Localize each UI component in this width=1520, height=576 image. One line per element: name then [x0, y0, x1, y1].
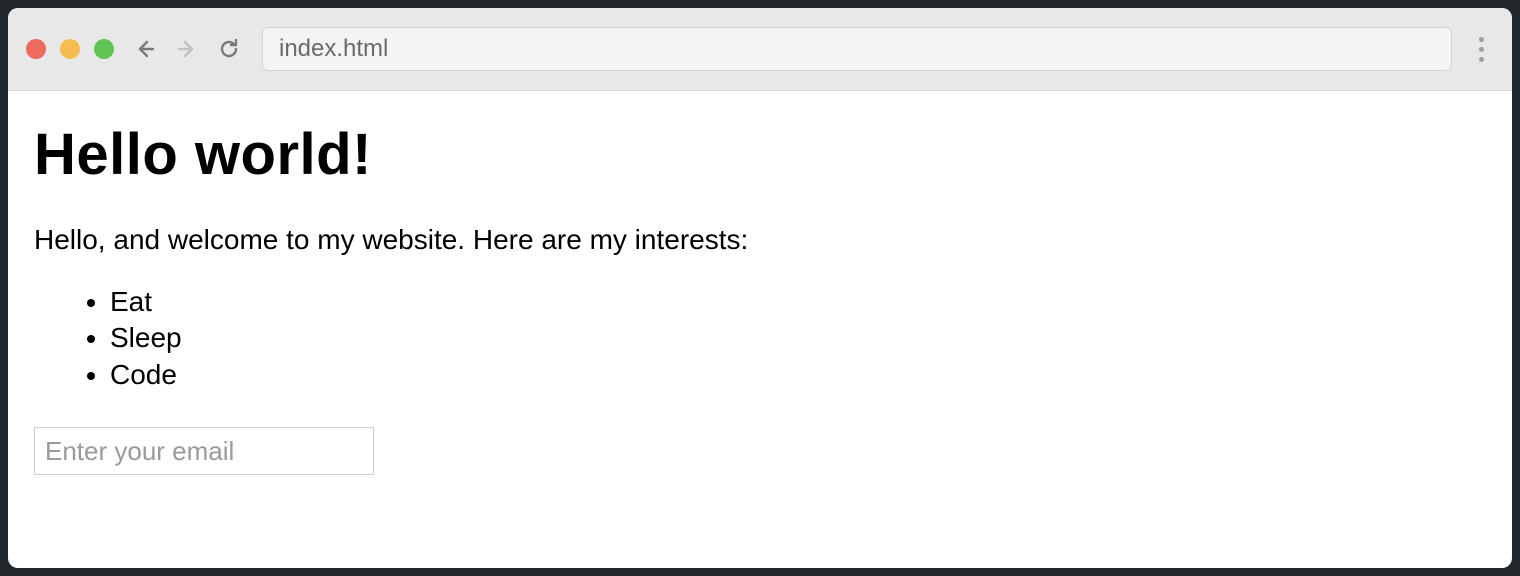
close-window-button[interactable]: [26, 39, 46, 59]
nav-buttons: [132, 36, 242, 62]
reload-icon: [217, 37, 241, 61]
window-controls: [26, 39, 114, 59]
page-heading: Hello world!: [34, 121, 1486, 188]
list-item: Code: [110, 357, 1486, 393]
browser-menu-button[interactable]: [1468, 37, 1494, 62]
dots-icon: [1479, 37, 1484, 42]
forward-button[interactable]: [174, 36, 200, 62]
address-bar-text: index.html: [279, 35, 388, 63]
arrow-left-icon: [133, 37, 157, 61]
back-button[interactable]: [132, 36, 158, 62]
interests-list: Eat Sleep Code: [34, 284, 1486, 393]
address-bar[interactable]: index.html: [262, 27, 1452, 71]
minimize-window-button[interactable]: [60, 39, 80, 59]
browser-chrome-bar: index.html: [8, 8, 1512, 91]
browser-window: index.html Hello world! Hello, and welco…: [8, 8, 1512, 568]
reload-button[interactable]: [216, 36, 242, 62]
arrow-right-icon: [175, 37, 199, 61]
page-content: Hello world! Hello, and welcome to my we…: [8, 91, 1512, 568]
email-input[interactable]: [34, 427, 374, 475]
list-item: Eat: [110, 284, 1486, 320]
intro-text: Hello, and welcome to my website. Here a…: [34, 224, 1486, 256]
list-item: Sleep: [110, 320, 1486, 356]
maximize-window-button[interactable]: [94, 39, 114, 59]
